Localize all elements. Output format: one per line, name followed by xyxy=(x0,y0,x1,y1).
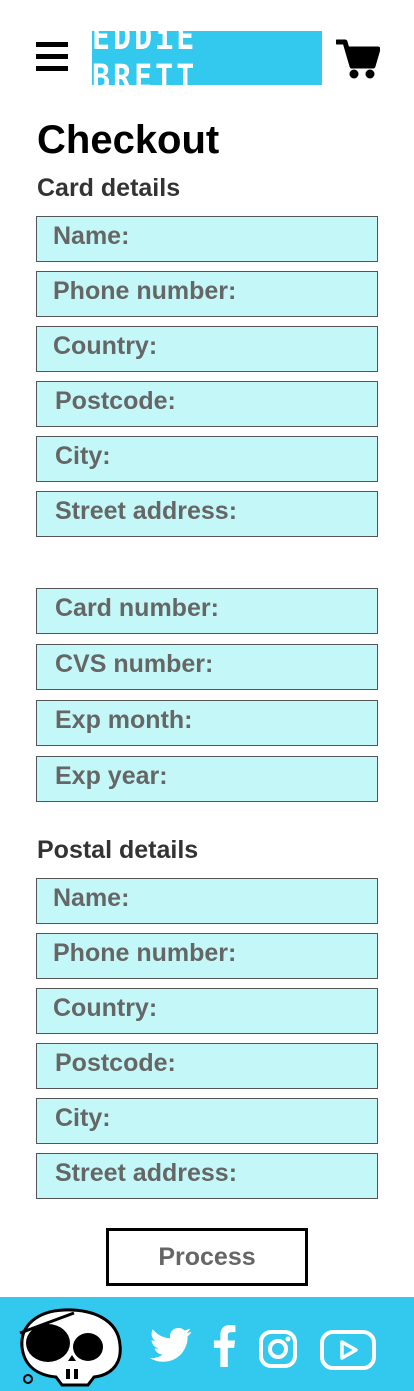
hamburger-menu-icon[interactable] xyxy=(36,42,68,72)
instagram-icon[interactable] xyxy=(258,1329,298,1369)
field-label: Card number: xyxy=(55,594,219,622)
youtube-icon[interactable] xyxy=(320,1330,376,1370)
card-street-field[interactable]: Street address: xyxy=(36,491,378,537)
card-name-field[interactable]: Name: xyxy=(36,216,378,262)
process-button[interactable]: Process xyxy=(106,1228,308,1286)
field-label: Exp month: xyxy=(55,706,193,734)
postal-city-field[interactable]: City: xyxy=(36,1098,378,1144)
pirate-skull-mascot xyxy=(19,1308,122,1387)
page-title: Checkout xyxy=(37,118,220,162)
postal-name-field[interactable]: Name: xyxy=(36,878,378,924)
field-label: Phone number: xyxy=(53,277,237,305)
field-label: Phone number: xyxy=(53,939,237,967)
card-postcode-field[interactable]: Postcode: xyxy=(36,381,378,427)
field-label: Street address: xyxy=(55,1159,238,1187)
logo-text: EDDiE BRETT xyxy=(92,17,198,99)
exp-month-field[interactable]: Exp month: xyxy=(36,700,378,746)
field-label: Exp year: xyxy=(55,762,168,790)
field-label: CVS number: xyxy=(55,650,214,678)
field-label: Country: xyxy=(53,994,158,1022)
brand-logo[interactable]: EDDiE BRETT xyxy=(92,18,322,98)
field-label: Postcode: xyxy=(55,1049,176,1077)
facebook-icon[interactable] xyxy=(212,1325,236,1367)
cvs-number-field[interactable]: CVS number: xyxy=(36,644,378,690)
card-number-field[interactable]: Card number: xyxy=(36,588,378,634)
exp-year-field[interactable]: Exp year: xyxy=(36,756,378,802)
field-label: City: xyxy=(55,1104,111,1132)
field-label: Name: xyxy=(53,884,130,912)
field-label: Country: xyxy=(53,332,158,360)
postal-country-field[interactable]: Country: xyxy=(36,988,378,1034)
site-header: EDDiE BRETT xyxy=(0,0,414,100)
field-label: Street address: xyxy=(55,497,238,525)
site-footer xyxy=(0,1297,414,1391)
card-phone-field[interactable]: Phone number: xyxy=(36,271,378,317)
field-label: Postcode: xyxy=(55,387,176,415)
field-label: Name: xyxy=(53,222,130,250)
twitter-icon[interactable] xyxy=(150,1327,192,1363)
postal-street-field[interactable]: Street address: xyxy=(36,1153,378,1199)
field-label: City: xyxy=(55,442,111,470)
postal-details-heading: Postal details xyxy=(37,836,199,864)
card-city-field[interactable]: City: xyxy=(36,436,378,482)
card-country-field[interactable]: Country: xyxy=(36,326,378,372)
shopping-cart-icon[interactable] xyxy=(334,38,381,80)
card-details-heading: Card details xyxy=(37,174,181,202)
postal-phone-field[interactable]: Phone number: xyxy=(36,933,378,979)
postal-postcode-field[interactable]: Postcode: xyxy=(36,1043,378,1089)
